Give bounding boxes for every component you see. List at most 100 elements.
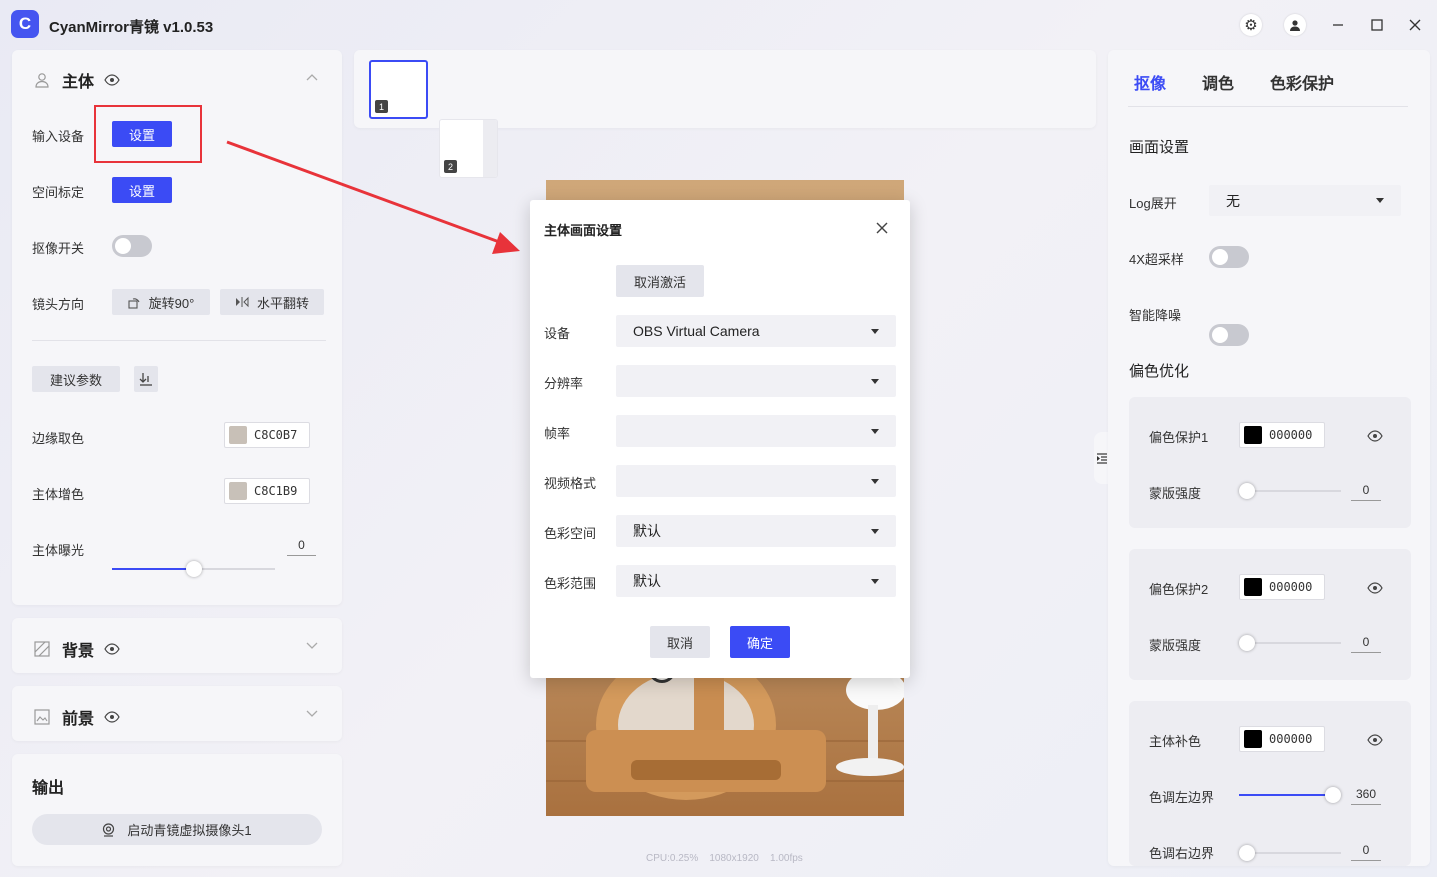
edge-color-picker[interactable]: C8C0B7 (224, 422, 310, 448)
hue-left-slider[interactable] (1239, 787, 1341, 803)
hue-left-value[interactable]: 360 (1351, 787, 1381, 805)
chevron-down-icon[interactable] (306, 710, 318, 718)
caret-down-icon (871, 478, 879, 484)
tab-matting[interactable]: 抠像 (1134, 70, 1166, 94)
frame-settings-title: 画面设置 (1129, 139, 1190, 156)
output-title: 输出 (32, 780, 65, 797)
eye-icon[interactable] (104, 74, 120, 86)
space-calib-settings-button[interactable]: 设置 (112, 177, 172, 203)
log-select[interactable]: 无 (1209, 185, 1401, 216)
deactivate-button[interactable]: 取消激活 (616, 265, 704, 297)
tab-color-protect[interactable]: 色彩保护 (1270, 70, 1334, 94)
hue-right-slider[interactable] (1239, 845, 1341, 861)
device-select[interactable]: OBS Virtual Camera (616, 315, 896, 347)
chevron-down-icon[interactable] (306, 642, 318, 650)
edge-color-label: 边缘取色 (32, 431, 85, 446)
foreground-eye-icon[interactable] (104, 711, 120, 723)
lens-direction-label: 镜头方向 (32, 297, 85, 312)
log-label: Log展开 (1129, 196, 1177, 211)
flip-label: 水平翻转 (256, 295, 309, 311)
color-space-label: 色彩空间 (544, 526, 597, 541)
close-window-icon[interactable] (1404, 14, 1426, 36)
foreground-header: 前景 (34, 705, 120, 729)
framerate-select[interactable] (616, 415, 896, 447)
rotate-90-button[interactable]: 旋转90° (112, 289, 210, 315)
compensate-color-picker[interactable]: 000000 (1239, 726, 1325, 752)
denoise-toggle[interactable] (1209, 324, 1249, 346)
subject-tint-label: 主体增色 (32, 487, 85, 502)
suggest-params-button[interactable]: 建议参数 (32, 366, 120, 392)
exposure-value[interactable]: 0 (287, 538, 316, 556)
compensate-eye-icon[interactable] (1367, 734, 1383, 746)
subject-header[interactable]: 主体 (34, 68, 120, 92)
protect2-eye-icon[interactable] (1367, 582, 1383, 594)
exposure-thumb[interactable] (186, 561, 202, 577)
hue-left-thumb[interactable] (1325, 787, 1341, 803)
title-bar: C CyanMirror青镜 v1.0.53 ⚙ (0, 0, 1437, 50)
resolution-label: 分辨率 (544, 376, 584, 391)
hue-left-label: 色调左边界 (1149, 790, 1215, 805)
dialog-title: 主体画面设置 (544, 223, 623, 238)
thumbnail-number: 1 (375, 100, 388, 113)
start-virtual-camera-button[interactable]: 启动青镜虚拟摄像头1 (32, 814, 322, 845)
mask1-value[interactable]: 0 (1351, 483, 1381, 501)
log-value: 无 (1226, 192, 1240, 209)
protect2-hex: 000000 (1269, 580, 1313, 594)
subject-tint-picker[interactable]: C8C1B9 (224, 478, 310, 504)
settings-gear-icon[interactable]: ⚙ (1240, 14, 1262, 36)
minimize-icon[interactable] (1327, 14, 1349, 36)
horizontal-flip-button[interactable]: 水平翻转 (220, 289, 324, 315)
mask2-label: 蒙版强度 (1149, 638, 1202, 653)
denoise-label: 智能降噪 (1129, 308, 1182, 323)
dialog-close-icon[interactable] (876, 222, 888, 234)
hue-right-label: 色调右边界 (1149, 846, 1215, 861)
preview-thumbnail[interactable]: 1 (369, 60, 428, 119)
supersample-toggle[interactable] (1209, 246, 1249, 268)
person-icon (35, 73, 49, 88)
input-device-label: 输入设备 (32, 129, 85, 144)
resolution-select[interactable] (616, 365, 896, 397)
hue-right-value[interactable]: 0 (1351, 843, 1381, 861)
foreground-panel[interactable]: 前景 (12, 686, 342, 741)
mask1-thumb[interactable] (1239, 483, 1255, 499)
hue-right-thumb[interactable] (1239, 845, 1255, 861)
color-range-label: 色彩范围 (544, 576, 597, 591)
dialog-cancel-button[interactable]: 取消 (650, 626, 710, 658)
output-panel: 输出 启动青镜虚拟摄像头1 (12, 754, 342, 866)
highlight-box (94, 105, 202, 163)
preview-thumbnails-bar: 1 2 (354, 50, 1096, 178)
background-eye-icon[interactable] (104, 643, 120, 655)
background-panel[interactable]: 背景 (12, 618, 342, 673)
color-space-value: 默认 (633, 523, 661, 539)
chevron-up-icon[interactable] (306, 73, 318, 81)
flip-icon (235, 296, 249, 308)
mask1-label: 蒙版强度 (1149, 486, 1202, 501)
sort-params-icon[interactable] (134, 366, 158, 392)
mask2-slider[interactable] (1239, 635, 1341, 651)
caret-down-icon (871, 328, 879, 334)
color-protect-card-2: 偏色保护2 000000 蒙版强度 0 (1129, 549, 1411, 680)
protect1-color-picker[interactable]: 000000 (1239, 422, 1325, 448)
exposure-slider[interactable] (112, 561, 275, 577)
tab-color-grading[interactable]: 调色 (1202, 70, 1234, 94)
user-avatar-icon[interactable] (1284, 14, 1306, 36)
protect2-color-picker[interactable]: 000000 (1239, 574, 1325, 600)
video-format-select[interactable] (616, 465, 896, 497)
output-resolution: 1080x1920 (709, 853, 759, 864)
matting-toggle[interactable] (112, 235, 152, 257)
edge-color-swatch (229, 426, 247, 444)
color-space-select[interactable]: 默认 (616, 515, 896, 547)
protect1-eye-icon[interactable] (1367, 430, 1383, 442)
protect2-swatch (1244, 578, 1262, 596)
dialog-ok-button[interactable]: 确定 (730, 626, 790, 658)
mask2-thumb[interactable] (1239, 635, 1255, 651)
mask1-slider[interactable] (1239, 483, 1341, 499)
compensate-hex: 000000 (1269, 732, 1313, 746)
maximize-icon[interactable] (1366, 14, 1388, 36)
mask2-value[interactable]: 0 (1351, 635, 1381, 653)
subject-tint-swatch (229, 482, 247, 500)
subject-tint-hex: C8C1B9 (254, 484, 298, 498)
subject-compensate-card: 主体补色 000000 色调左边界 360 色调右边界 0 (1129, 701, 1411, 866)
color-range-select[interactable]: 默认 (616, 565, 896, 597)
caret-down-icon (871, 528, 879, 534)
